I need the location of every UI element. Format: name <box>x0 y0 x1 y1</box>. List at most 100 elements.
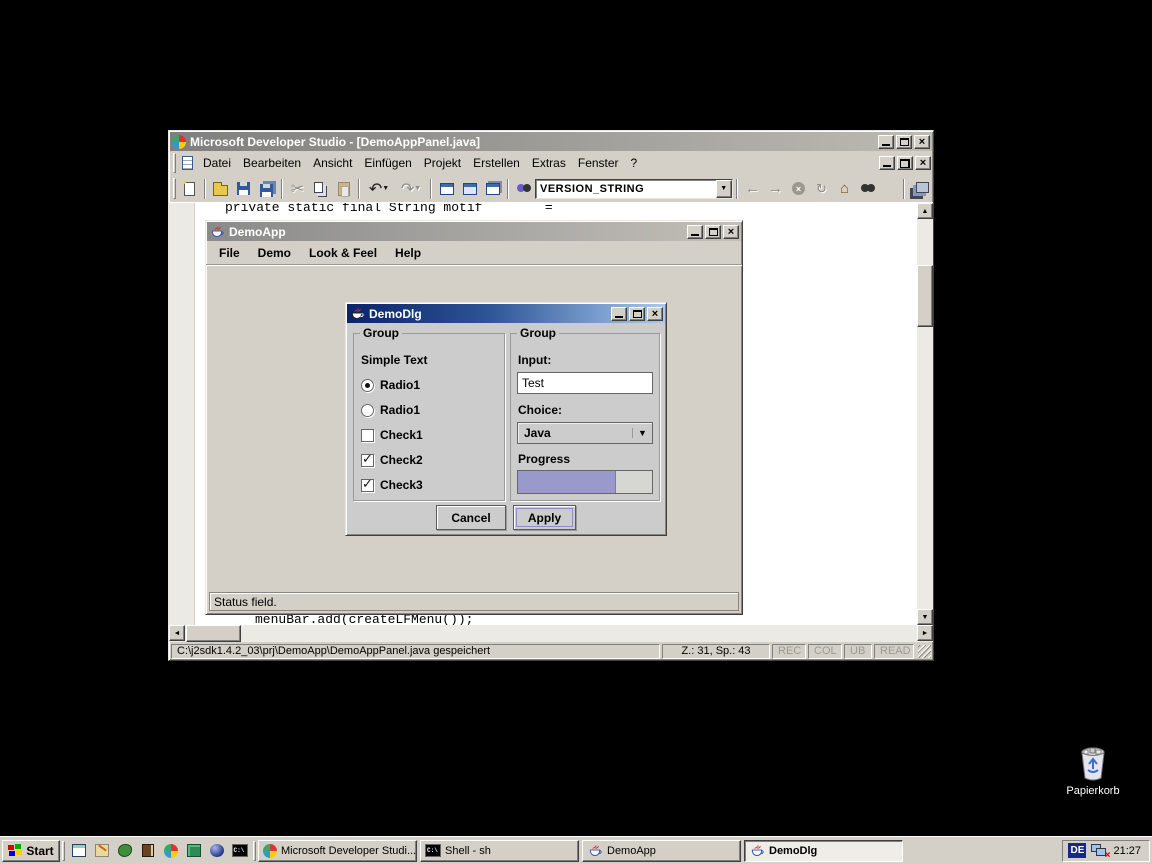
demodlg-titlebar[interactable]: DemoDlg × <box>347 304 665 323</box>
open-button[interactable] <box>209 178 232 200</box>
copy-button[interactable] <box>309 178 332 200</box>
maximize-icon <box>709 228 718 236</box>
quicklaunch-browser[interactable] <box>205 840 228 862</box>
close-button[interactable]: × <box>647 307 663 321</box>
close-button[interactable]: × <box>914 135 930 149</box>
scroll-up-button[interactable]: ▲ <box>917 203 933 219</box>
scroll-left-button[interactable]: ◄ <box>169 625 185 641</box>
quicklaunch-show-desktop[interactable] <box>67 840 90 862</box>
input-label: Input: <box>518 352 551 368</box>
checkbox[interactable]: ✓ <box>361 454 374 467</box>
quicklaunch-dragon[interactable] <box>113 840 136 862</box>
network-offline-icon[interactable]: × <box>1091 844 1108 858</box>
input-field[interactable]: Test <box>517 372 653 394</box>
radio-row-1[interactable]: Radio1 <box>361 377 420 393</box>
quicklaunch-terminal[interactable]: C:\ <box>228 840 251 862</box>
output-button[interactable] <box>458 178 481 200</box>
check-row-2[interactable]: ✓ Check2 <box>361 452 423 468</box>
combo-drop-button[interactable]: ▼ <box>716 180 732 198</box>
menu-erstellen[interactable]: Erstellen <box>467 154 526 172</box>
menu-ansicht[interactable]: Ansicht <box>307 154 358 172</box>
undo-button[interactable]: ↶▼ <box>363 178 395 200</box>
nav-forward-button[interactable]: → <box>764 178 787 200</box>
task-devstudio[interactable]: Microsoft Developer Studi... <box>258 840 417 862</box>
apply-button[interactable]: Apply <box>513 505 576 530</box>
paste-button[interactable] <box>332 178 355 200</box>
horizontal-scrollbar[interactable]: ◄ ► <box>169 625 933 642</box>
resize-grip[interactable] <box>918 645 931 658</box>
menu-einfuegen[interactable]: Einfügen <box>358 154 417 172</box>
quicklaunch-editor[interactable] <box>90 840 113 862</box>
workspace-button[interactable] <box>435 178 458 200</box>
scroll-down-button[interactable]: ▼ <box>917 609 933 625</box>
vertical-scroll-thumb[interactable] <box>917 265 933 327</box>
check-row-3[interactable]: ✓ Check3 <box>361 477 423 493</box>
save-button[interactable] <box>232 178 255 200</box>
menu-extras[interactable]: Extras <box>526 154 572 172</box>
start-button[interactable]: Start <box>2 840 60 862</box>
devstudio-titlebar[interactable]: Microsoft Developer Studio - [DemoAppPan… <box>170 132 932 151</box>
toolbar-grip[interactable] <box>173 178 176 200</box>
nav-back-button[interactable]: ← <box>741 178 764 200</box>
choice-combo[interactable]: Java ▼ <box>517 422 653 444</box>
save-icon <box>237 182 250 195</box>
tasks-grip[interactable] <box>253 841 256 861</box>
minimize-button[interactable] <box>878 135 894 149</box>
nav-refresh-button[interactable]: ↻ <box>810 178 833 200</box>
cancel-button[interactable]: Cancel <box>436 505 506 530</box>
chevron-down-icon[interactable]: ▼ <box>632 428 652 438</box>
minimize-button[interactable] <box>611 307 627 321</box>
radio-button[interactable] <box>361 404 374 417</box>
checkbox[interactable]: ✓ <box>361 429 374 442</box>
cut-button[interactable]: ✂ <box>286 178 309 200</box>
mdi-minimize-button[interactable] <box>879 156 895 170</box>
quicklaunch-tree[interactable] <box>182 840 205 862</box>
search-combo-value[interactable]: VERSION_STRING <box>536 183 716 195</box>
vertical-scrollbar[interactable]: ▲ ▼ <box>917 203 933 625</box>
quicklaunch-grip[interactable] <box>62 841 65 861</box>
nav-search-button[interactable] <box>856 178 879 200</box>
dragon-icon <box>118 844 132 857</box>
menubar-grip[interactable] <box>173 153 176 172</box>
maximize-button[interactable] <box>896 135 912 149</box>
minimize-button[interactable] <box>687 225 703 239</box>
mdi-close-button[interactable]: × <box>915 156 931 170</box>
nav-stop-button[interactable]: × <box>787 178 810 200</box>
maximize-button[interactable] <box>705 225 721 239</box>
menu-look-and-feel[interactable]: Look & Feel <box>300 244 386 262</box>
menu-projekt[interactable]: Projekt <box>418 154 467 172</box>
menu-datei[interactable]: Datei <box>197 154 237 172</box>
menu-hilfe[interactable]: ? <box>625 154 644 172</box>
maximize-button[interactable] <box>629 307 645 321</box>
checkbox[interactable]: ✓ <box>361 479 374 492</box>
demoapp-titlebar[interactable]: DemoApp × <box>207 222 741 241</box>
quicklaunch-msdev[interactable] <box>159 840 182 862</box>
horizontal-scroll-thumb[interactable] <box>186 625 241 642</box>
quicklaunch-book[interactable] <box>136 840 159 862</box>
window-list-button[interactable] <box>481 178 504 200</box>
menu-file[interactable]: File <box>210 244 249 262</box>
new-file-button[interactable] <box>178 178 201 200</box>
language-indicator[interactable]: DE <box>1068 843 1086 858</box>
mdi-restore-button[interactable] <box>897 156 913 170</box>
menu-demo[interactable]: Demo <box>249 244 300 262</box>
save-all-button[interactable] <box>255 178 278 200</box>
close-button[interactable]: × <box>723 225 739 239</box>
menu-bearbeiten[interactable]: Bearbeiten <box>237 154 307 172</box>
redo-button[interactable]: ↷▼ <box>395 178 427 200</box>
menu-help[interactable]: Help <box>386 244 430 262</box>
nav-home-button[interactable]: ⌂ <box>833 178 856 200</box>
layers-button[interactable] <box>908 178 931 200</box>
scroll-right-button[interactable]: ► <box>917 625 933 641</box>
document-icon[interactable] <box>182 156 193 170</box>
check-row-1[interactable]: ✓ Check1 <box>361 427 423 443</box>
task-shell[interactable]: C:\ Shell - sh <box>420 840 579 862</box>
radio-row-2[interactable]: Radio1 <box>361 402 420 418</box>
recycle-bin[interactable]: Papierkorb <box>1048 746 1138 797</box>
task-demoapp[interactable]: DemoApp <box>582 840 741 862</box>
radio-button[interactable] <box>361 379 374 392</box>
search-in-files-button[interactable] <box>512 178 535 200</box>
task-demodlg[interactable]: DemoDlg <box>744 840 903 862</box>
search-combo[interactable]: VERSION_STRING ▼ <box>535 179 733 199</box>
menu-fenster[interactable]: Fenster <box>572 154 625 172</box>
